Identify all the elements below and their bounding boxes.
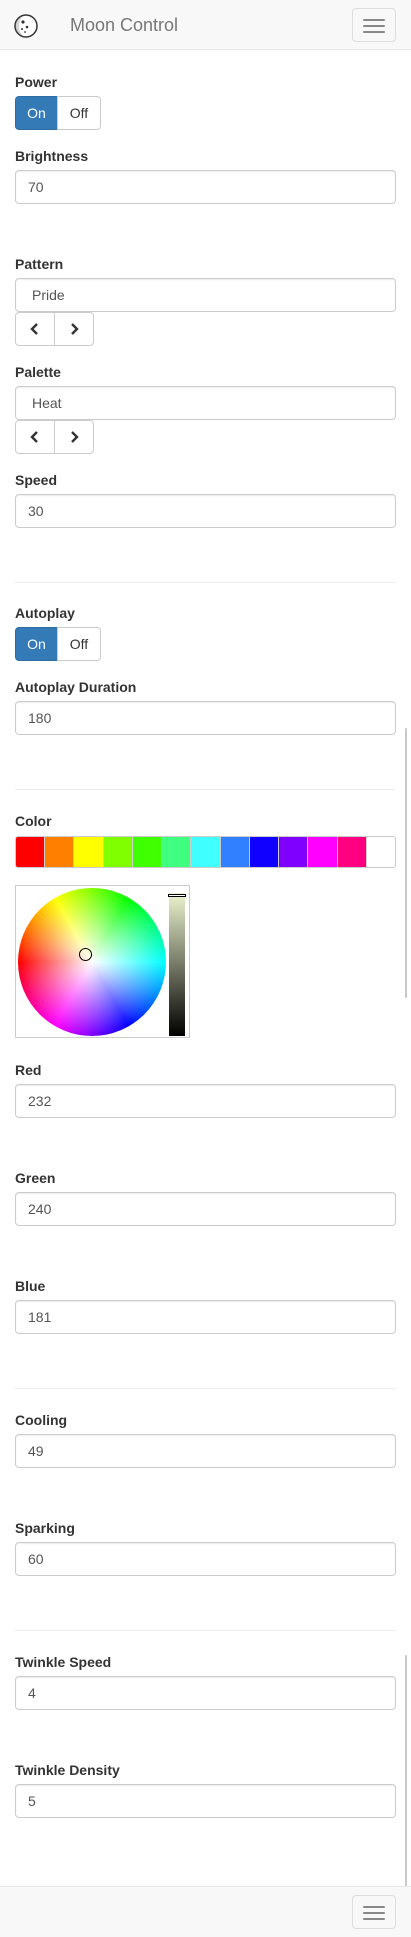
menu-toggle-button[interactable] bbox=[352, 8, 396, 42]
color-swatch[interactable] bbox=[278, 836, 309, 868]
color-swatch[interactable] bbox=[161, 836, 192, 868]
color-swatch[interactable] bbox=[307, 836, 338, 868]
color-swatch[interactable] bbox=[336, 836, 367, 868]
chevron-left-icon bbox=[30, 323, 38, 335]
pattern-select[interactable]: Pride bbox=[15, 278, 396, 312]
chevron-right-icon bbox=[71, 323, 79, 335]
color-swatch[interactable] bbox=[219, 836, 250, 868]
autoplay-duration-label: Autoplay Duration bbox=[15, 679, 137, 695]
lightness-slider-handle[interactable] bbox=[168, 894, 186, 897]
color-wheel[interactable] bbox=[18, 888, 166, 1036]
color-label: Color bbox=[15, 813, 52, 829]
brightness-label: Brightness bbox=[15, 148, 89, 164]
color-swatch[interactable] bbox=[15, 836, 46, 868]
menu-toggle-button[interactable] bbox=[352, 1895, 396, 1929]
color-swatch[interactable] bbox=[248, 836, 280, 868]
divider bbox=[15, 789, 396, 790]
twinkle-speed-input[interactable]: 4 bbox=[15, 1676, 396, 1710]
autoplay-label: Autoplay bbox=[15, 605, 75, 621]
palette-prev-button[interactable] bbox=[15, 420, 55, 454]
brightness-input[interactable]: 70 bbox=[15, 170, 396, 204]
color-swatch-bar bbox=[15, 836, 397, 868]
cooling-input[interactable]: 49 bbox=[15, 1434, 396, 1468]
color-wheel-handle[interactable] bbox=[79, 948, 92, 961]
green-label: Green bbox=[15, 1170, 56, 1186]
moon-logo-icon bbox=[14, 14, 38, 38]
color-swatch[interactable] bbox=[73, 836, 104, 868]
red-label: Red bbox=[15, 1062, 42, 1078]
color-swatch[interactable] bbox=[102, 836, 133, 868]
chevron-left-icon bbox=[30, 431, 38, 443]
blue-input[interactable]: 181 bbox=[15, 1300, 396, 1334]
sparking-input[interactable]: 60 bbox=[15, 1542, 396, 1576]
divider bbox=[15, 1630, 396, 1631]
palette-label: Palette bbox=[15, 364, 61, 380]
pattern-label: Pattern bbox=[15, 256, 64, 272]
autoplay-toggle-group: On Off bbox=[15, 627, 101, 661]
power-off-button[interactable]: Off bbox=[57, 96, 101, 130]
app-title[interactable]: Moon Control bbox=[70, 14, 178, 36]
power-label: Power bbox=[15, 74, 58, 90]
twinkle-speed-label: Twinkle Speed bbox=[15, 1654, 112, 1670]
autoplay-on-button[interactable]: On bbox=[15, 627, 58, 661]
divider bbox=[15, 582, 396, 583]
bottom-navbar bbox=[0, 1886, 411, 1937]
pattern-next-button[interactable] bbox=[54, 312, 94, 346]
palette-nav-group bbox=[15, 420, 94, 454]
palette-next-button[interactable] bbox=[54, 420, 94, 454]
power-on-button[interactable]: On bbox=[15, 96, 58, 130]
top-navbar: Moon Control bbox=[0, 0, 411, 50]
scrollbar[interactable] bbox=[405, 728, 407, 998]
color-swatch[interactable] bbox=[131, 836, 163, 868]
lightness-slider[interactable] bbox=[169, 893, 185, 1036]
blue-label: Blue bbox=[15, 1278, 46, 1294]
palette-select[interactable]: Heat bbox=[15, 386, 396, 420]
power-toggle-group: On Off bbox=[15, 96, 101, 130]
chevron-right-icon bbox=[71, 431, 79, 443]
red-input[interactable]: 232 bbox=[15, 1084, 396, 1118]
speed-label: Speed bbox=[15, 472, 58, 488]
color-swatch[interactable] bbox=[365, 836, 397, 868]
color-picker[interactable] bbox=[15, 885, 190, 1038]
twinkle-density-input[interactable]: 5 bbox=[15, 1784, 396, 1818]
sparking-label: Sparking bbox=[15, 1520, 75, 1536]
pattern-nav-group bbox=[15, 312, 94, 346]
color-swatch[interactable] bbox=[44, 836, 75, 868]
speed-input[interactable]: 30 bbox=[15, 494, 396, 528]
pattern-prev-button[interactable] bbox=[15, 312, 55, 346]
autoplay-duration-input[interactable]: 180 bbox=[15, 701, 396, 735]
twinkle-density-label: Twinkle Density bbox=[15, 1762, 120, 1778]
autoplay-off-button[interactable]: Off bbox=[57, 627, 101, 661]
color-swatch[interactable] bbox=[190, 836, 221, 868]
cooling-label: Cooling bbox=[15, 1412, 68, 1428]
green-input[interactable]: 240 bbox=[15, 1192, 396, 1226]
divider bbox=[15, 1388, 396, 1389]
